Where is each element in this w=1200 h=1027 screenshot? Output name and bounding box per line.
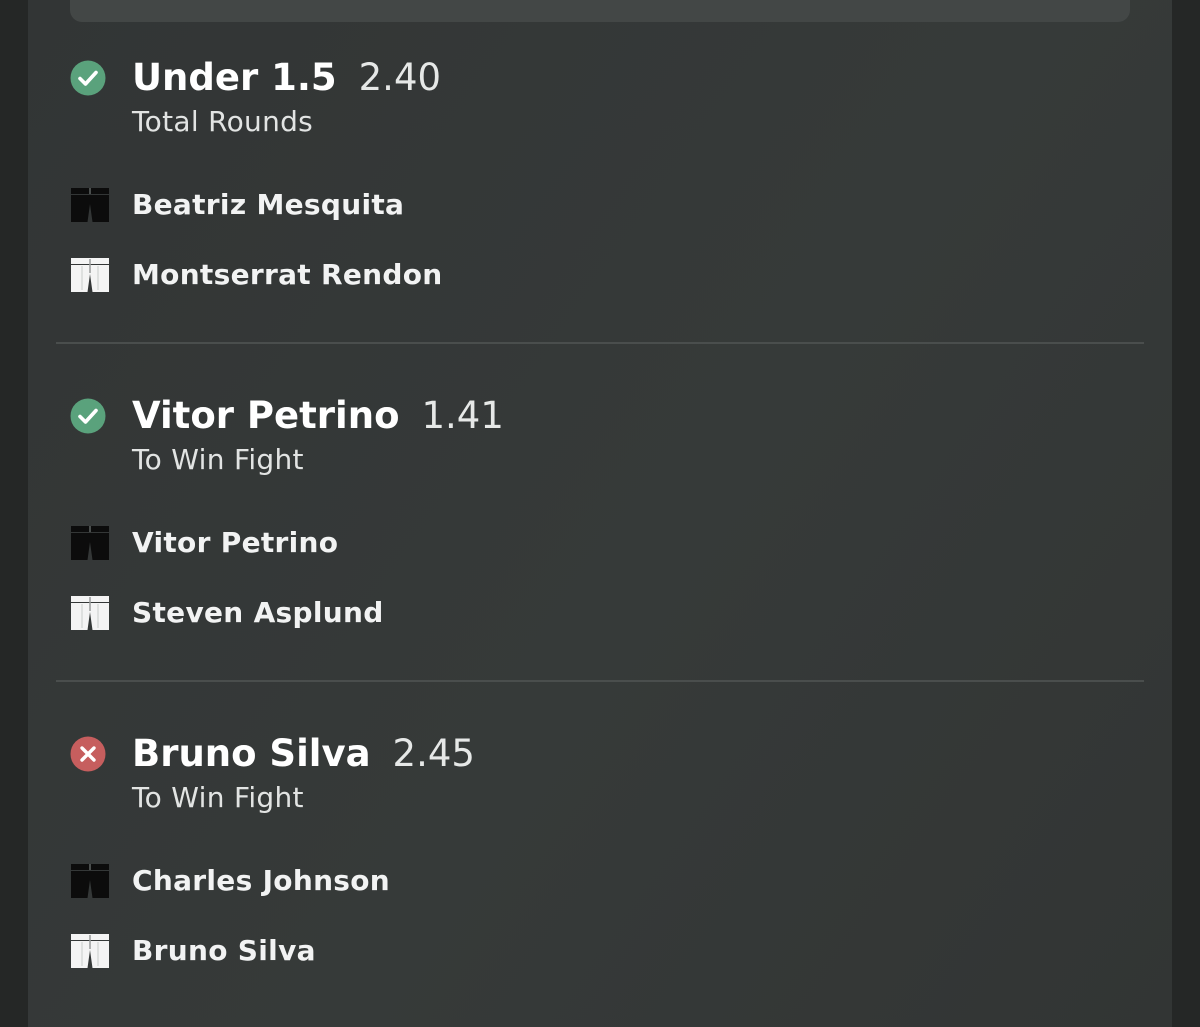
fighter-row: Charles Johnson bbox=[70, 861, 670, 901]
selection-odds: 1.41 bbox=[421, 394, 504, 437]
fighter-name: Montserrat Rendon bbox=[132, 258, 443, 291]
fighter-row: Montserrat Rendon bbox=[70, 255, 670, 295]
fighter-name: Vitor Petrino bbox=[132, 526, 339, 559]
fighter-row: Beatriz Mesquita bbox=[70, 185, 670, 225]
selection-title: Bruno Silva 2.45 bbox=[132, 732, 475, 776]
fighter-name: Steven Asplund bbox=[132, 596, 384, 629]
fighter-row: Bruno Silva bbox=[70, 931, 670, 971]
black-trunks-icon bbox=[71, 188, 109, 222]
check-circle-icon bbox=[70, 398, 106, 434]
selection-title: Under 1.5 2.40 bbox=[132, 56, 441, 100]
fighter-row: Vitor Petrino bbox=[70, 523, 670, 563]
selection-market: To Win Fight bbox=[132, 781, 304, 814]
check-circle-icon bbox=[70, 60, 106, 96]
selection-name: Under 1.5 bbox=[132, 56, 337, 99]
black-trunks-icon bbox=[71, 864, 109, 898]
selection-card: Bruno Silva 2.45 To Win Fight Charles Joh… bbox=[28, 676, 1172, 1012]
white-trunks-icon bbox=[71, 596, 109, 630]
black-trunks-icon bbox=[71, 526, 109, 560]
selection-market: Total Rounds bbox=[132, 105, 314, 138]
fighter-name: Charles Johnson bbox=[132, 864, 391, 897]
fighter-row: Steven Asplund bbox=[70, 593, 670, 633]
selection-market: To Win Fight bbox=[132, 443, 304, 476]
selection-odds: 2.45 bbox=[392, 732, 475, 775]
selection-title: Vitor Petrino 1.41 bbox=[132, 394, 504, 438]
cross-circle-icon bbox=[70, 736, 106, 772]
selection-card: Under 1.5 2.40 Total Rounds Beatriz Mesqu… bbox=[28, 0, 1172, 336]
fighter-name: Bruno Silva bbox=[132, 934, 316, 967]
white-trunks-icon bbox=[71, 934, 109, 968]
selection-odds: 2.40 bbox=[358, 56, 442, 99]
selection-name: Bruno Silva bbox=[132, 732, 371, 775]
white-trunks-icon bbox=[71, 258, 109, 292]
selection-card: Vitor Petrino 1.41 To Win Fight Vitor Pet… bbox=[28, 338, 1172, 674]
fighter-name: Beatriz Mesquita bbox=[132, 188, 405, 221]
selection-name: Vitor Petrino bbox=[132, 394, 400, 437]
